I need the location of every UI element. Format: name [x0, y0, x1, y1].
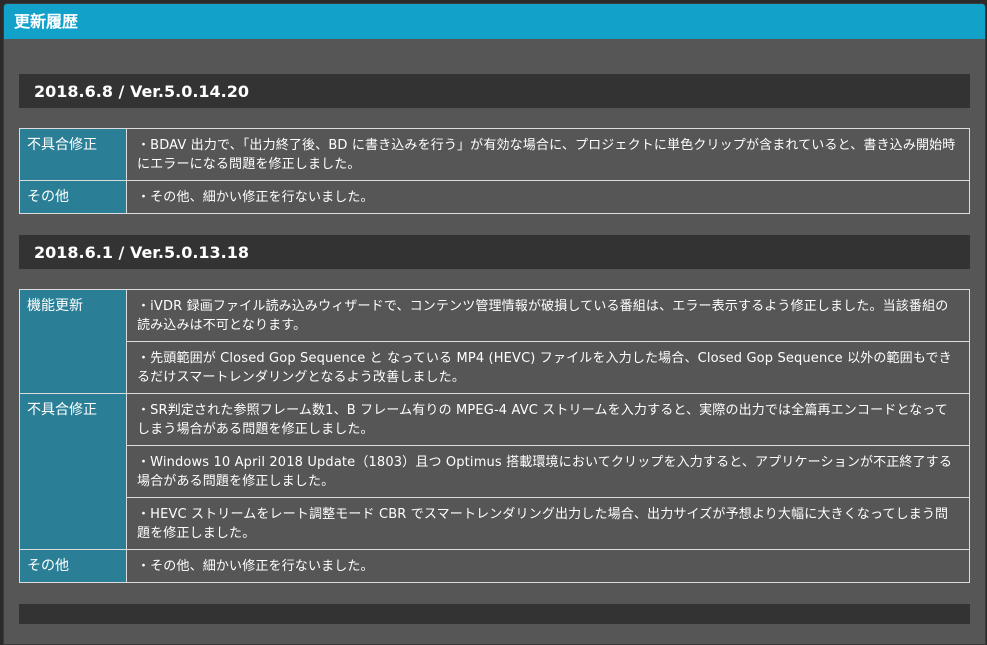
- category-label: その他: [19, 180, 127, 214]
- change-row: その他 ・その他、細かい修正を行ないました。: [19, 180, 970, 214]
- release-heading: 2018.6.1 / Ver.5.0.13.18: [19, 235, 970, 269]
- change-description: ・その他、細かい修正を行ないました。: [126, 549, 970, 583]
- change-description: ・その他、細かい修正を行ないました。: [126, 180, 970, 214]
- change-description: ・SR判定された参照フレーム数1、B フレーム有りの MPEG-4 AVC スト…: [126, 393, 970, 446]
- change-description: ・BDAV 出力で、「出力終了後、BD に書き込みを行う」が有効な場合に、プロジ…: [126, 128, 970, 181]
- change-description: ・先頭範囲が Closed Gop Sequence と なっている MP4 (…: [126, 341, 970, 394]
- category-label: 不具合修正: [19, 393, 127, 550]
- panel-title: 更新履歴: [4, 4, 985, 39]
- update-history-panel: 更新履歴 2018.6.8 / Ver.5.0.14.20 不具合修正 ・BDA…: [3, 3, 986, 645]
- release-heading: 2018.6.8 / Ver.5.0.14.20: [19, 74, 970, 108]
- category-label: その他: [19, 549, 127, 583]
- next-release-heading: [19, 604, 970, 624]
- change-table: 機能更新 ・iVDR 録画ファイル読み込みウィザードで、コンテンツ管理情報が破損…: [19, 289, 970, 583]
- change-row: 機能更新 ・iVDR 録画ファイル読み込みウィザードで、コンテンツ管理情報が破損…: [19, 289, 970, 394]
- change-row: その他 ・その他、細かい修正を行ないました。: [19, 549, 970, 583]
- change-row: 不具合修正 ・BDAV 出力で、「出力終了後、BD に書き込みを行う」が有効な場…: [19, 128, 970, 181]
- category-label: 機能更新: [19, 289, 127, 394]
- change-row: 不具合修正 ・SR判定された参照フレーム数1、B フレーム有りの MPEG-4 …: [19, 393, 970, 550]
- change-description: ・Windows 10 April 2018 Update（1803）且つ Op…: [126, 445, 970, 498]
- change-description: ・iVDR 録画ファイル読み込みウィザードで、コンテンツ管理情報が破損している番…: [126, 289, 970, 342]
- category-label: 不具合修正: [19, 128, 127, 181]
- change-row: ・先頭範囲が Closed Gop Sequence と なっている MP4 (…: [20, 341, 970, 394]
- change-row: ・HEVC ストリームをレート調整モード CBR でスマートレンダリング出力した…: [20, 497, 970, 550]
- change-description: ・HEVC ストリームをレート調整モード CBR でスマートレンダリング出力した…: [126, 497, 970, 550]
- release-list: 2018.6.8 / Ver.5.0.14.20 不具合修正 ・BDAV 出力で…: [4, 39, 985, 624]
- change-table: 不具合修正 ・BDAV 出力で、「出力終了後、BD に書き込みを行う」が有効な場…: [19, 128, 970, 214]
- change-row: ・Windows 10 April 2018 Update（1803）且つ Op…: [20, 445, 970, 498]
